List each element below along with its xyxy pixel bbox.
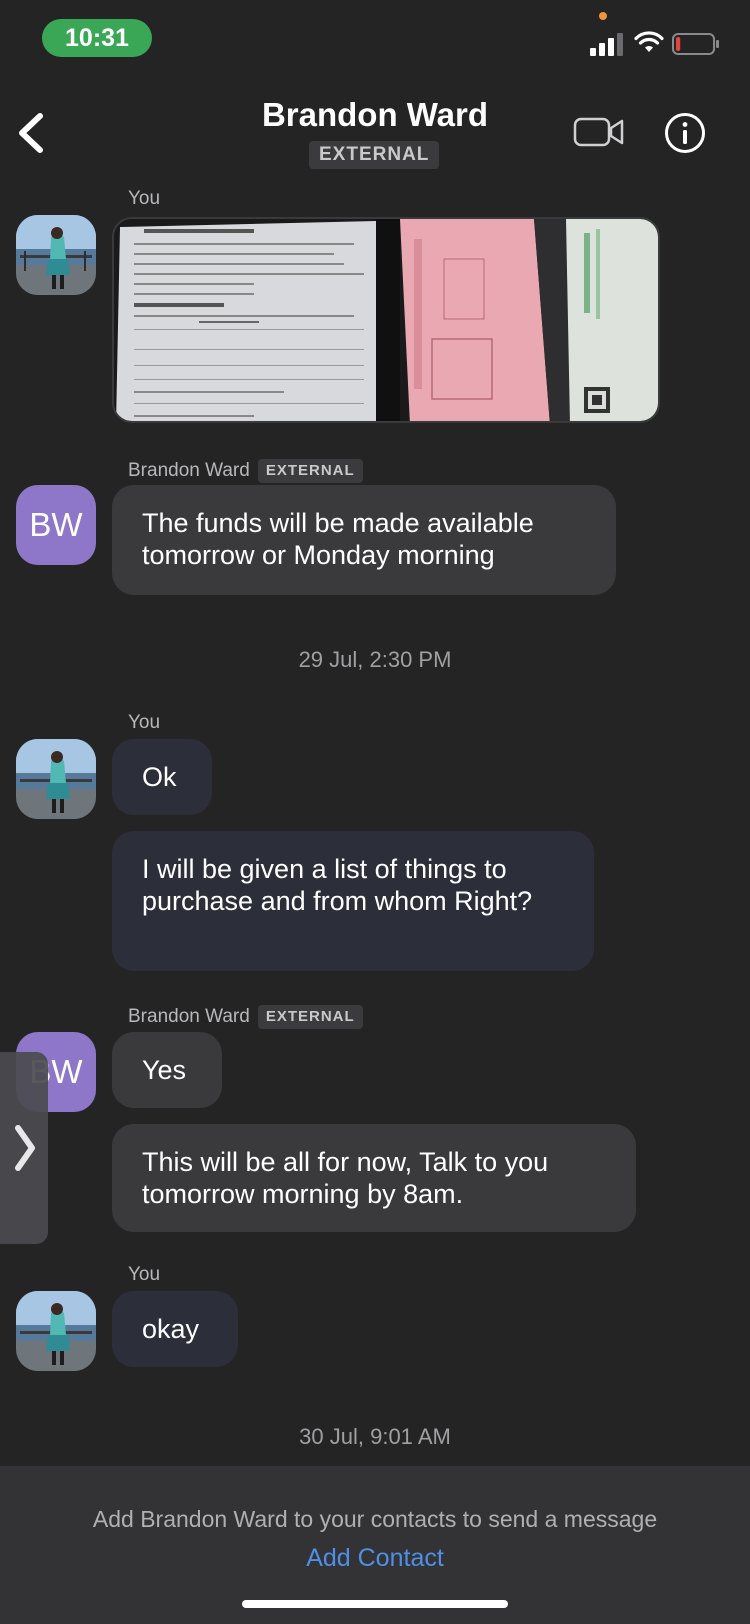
status-time: 10:31: [42, 19, 152, 57]
sender-line: Brandon Ward EXTERNAL: [128, 1005, 363, 1029]
message-bubble[interactable]: I will be given a list of things to purc…: [112, 831, 594, 971]
message-bubble[interactable]: The funds will be made available tomorro…: [112, 485, 616, 595]
sender-name: You: [128, 712, 161, 733]
conversation-title: Brandon Ward: [261, 96, 489, 133]
cellular-signal-icon: [590, 33, 623, 56]
sender-line: Brandon Ward EXTERNAL: [128, 459, 363, 483]
sender-name: Brandon Ward: [128, 460, 250, 482]
external-badge: EXTERNAL: [309, 141, 440, 169]
external-badge: EXTERNAL: [257, 459, 363, 483]
avatar-photo-image: [16, 739, 96, 819]
avatar-photo-image: [16, 1291, 96, 1371]
privacy-indicator-dot: [599, 12, 607, 20]
sender-name: You: [128, 188, 161, 209]
message-bubble[interactable]: Ok: [112, 739, 212, 815]
image-attachment[interactable]: [112, 217, 660, 423]
date-separator: 30 Jul, 9:01 AM: [299, 1424, 451, 1449]
home-indicator: [242, 1600, 508, 1608]
wifi-icon: [634, 31, 664, 52]
video-camera-icon[interactable]: [573, 114, 625, 150]
avatar-photo-image: [16, 215, 96, 295]
back-chevron-icon[interactable]: [12, 108, 52, 158]
sender-name: Brandon Ward: [128, 1006, 250, 1028]
sender-name: You: [128, 1264, 161, 1285]
avatar[interactable]: [16, 1291, 96, 1371]
external-badge: EXTERNAL: [257, 1005, 363, 1029]
avatar[interactable]: [16, 739, 96, 819]
message-bubble[interactable]: okay: [112, 1291, 238, 1367]
document-photos-image: [114, 219, 658, 421]
message-bubble[interactable]: This will be all for now, Talk to you to…: [112, 1124, 636, 1232]
avatar[interactable]: BW: [16, 485, 96, 565]
battery-low-icon: [672, 33, 719, 55]
contact-notice: Add Brandon Ward to your contacts to sen…: [92, 1506, 658, 1532]
chevron-right-icon: [15, 1125, 35, 1171]
message-bubble[interactable]: Yes: [112, 1032, 222, 1108]
info-circle-icon[interactable]: [664, 112, 706, 154]
date-separator: 29 Jul, 2:30 PM: [298, 647, 452, 672]
add-contact-link[interactable]: Add Contact: [0, 1544, 750, 1573]
avatar[interactable]: [16, 215, 96, 295]
